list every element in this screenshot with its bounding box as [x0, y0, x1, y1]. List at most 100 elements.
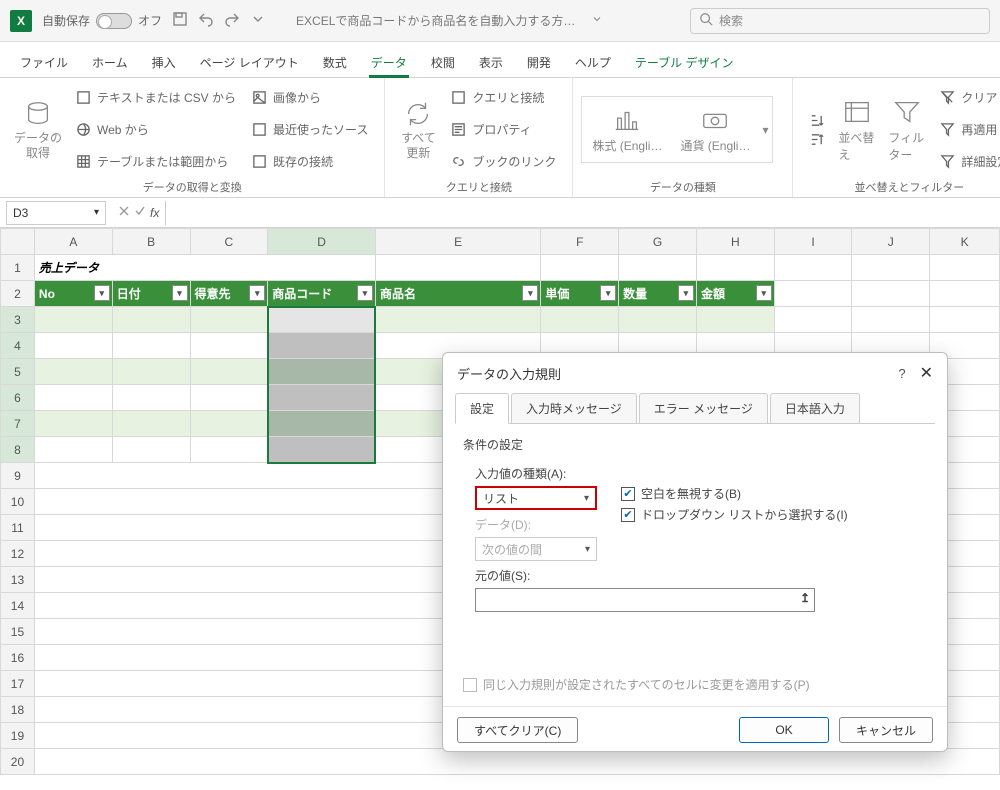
ribbon-group-get-transform: データの 取得 テキストまたは CSV から Web から テーブルまたは範囲か…: [0, 78, 385, 197]
stocks-datatype-button[interactable]: 株式 (Engli…: [586, 101, 668, 158]
filter-dropdown-icon[interactable]: ▾: [357, 285, 373, 301]
clear-filter-button[interactable]: クリア: [936, 87, 1000, 108]
filter-dropdown-icon[interactable]: ▾: [600, 285, 616, 301]
help-icon[interactable]: ?: [898, 366, 905, 381]
refresh-all-button[interactable]: すべて 更新: [393, 82, 443, 177]
sort-desc-button[interactable]: [805, 130, 828, 149]
tab-view[interactable]: 表示: [469, 48, 513, 77]
advanced-filter-button[interactable]: 詳細設定: [936, 151, 1000, 172]
currency-datatype-button[interactable]: 通貨 (Engli…: [674, 101, 756, 158]
table-header-amount: 金額▾: [696, 281, 774, 307]
tab-tabledesign[interactable]: テーブル デザイン: [625, 48, 744, 77]
confirm-icon[interactable]: [134, 205, 146, 220]
close-icon[interactable]: ✕: [920, 363, 933, 383]
apply-all-checkbox[interactable]: 同じ入力規則が設定されたすべてのセルに変更を適用する(P): [463, 676, 927, 693]
filter-dropdown-icon[interactable]: ▾: [172, 285, 188, 301]
search-placeholder: 検索: [719, 12, 743, 29]
tab-formulas[interactable]: 数式: [313, 48, 357, 77]
clear-all-button[interactable]: すべてクリア(C): [457, 717, 578, 743]
recent-sources-button[interactable]: 最近使ったソース: [248, 119, 372, 140]
tab-help[interactable]: ヘルプ: [565, 48, 621, 77]
source-input[interactable]: ↥: [475, 588, 815, 612]
ok-button[interactable]: OK: [739, 717, 829, 743]
from-table-button[interactable]: テーブルまたは範囲から: [72, 151, 240, 172]
from-text-csv-button[interactable]: テキストまたは CSV から: [72, 87, 240, 108]
tab-insert[interactable]: 挿入: [142, 48, 186, 77]
ignore-blank-checkbox[interactable]: 空白を無視する(B): [621, 485, 848, 502]
dialog-tab-settings[interactable]: 設定: [455, 393, 509, 424]
ribbon-group-label: 並べ替えとフィルター: [801, 177, 1000, 195]
table-row[interactable]: 3: [1, 307, 1000, 333]
filter-dropdown-icon[interactable]: ▾: [678, 285, 694, 301]
existing-connections-button[interactable]: 既存の接続: [248, 151, 372, 172]
filter-dropdown-icon[interactable]: ▾: [756, 285, 772, 301]
ribbon-group-sort-filter: 並べ替え フィルター クリア 再適用 詳細設定 並べ替えとフィルター: [793, 78, 1000, 197]
filter-button[interactable]: フィルター: [882, 82, 932, 177]
tab-home[interactable]: ホーム: [82, 48, 138, 77]
properties-button[interactable]: プロパティ: [447, 119, 560, 140]
autosave-toggle[interactable]: 自動保存 オフ: [42, 12, 162, 29]
allow-select[interactable]: リスト ▾: [475, 486, 597, 510]
from-web-button[interactable]: Web から: [72, 119, 240, 140]
data-select: 次の値の間 ▾: [475, 537, 597, 561]
chevron-down-icon[interactable]: [591, 13, 603, 28]
cancel-button[interactable]: キャンセル: [839, 717, 933, 743]
row-2[interactable]: 2 No▾ 日付▾ 得意先▾ 商品コード▾ 商品名▾ 単価▾ 数量▾ 金額▾: [1, 281, 1000, 307]
data-validation-dialog: データの入力規則 ? ✕ 設定 入力時メッセージ エラー メッセージ 日本語入力…: [442, 352, 948, 752]
search-icon: [699, 12, 713, 29]
tab-developer[interactable]: 開発: [517, 48, 561, 77]
name-box[interactable]: D3 ▾: [6, 201, 106, 225]
checkbox-checked-icon[interactable]: [621, 487, 635, 501]
tab-data[interactable]: データ: [361, 48, 417, 77]
formula-input[interactable]: [165, 201, 1000, 225]
in-cell-dropdown-checkbox[interactable]: ドロップダウン リストから選択する(I): [621, 506, 848, 523]
table-header-name: 商品名▾: [375, 281, 540, 307]
from-picture-button[interactable]: 画像から: [248, 87, 372, 108]
quick-access-toolbar: [172, 11, 266, 30]
range-picker-icon[interactable]: ↥: [800, 591, 810, 605]
source-label: 元の値(S):: [475, 567, 927, 584]
tab-review[interactable]: 校閲: [421, 48, 465, 77]
dialog-tab-ime[interactable]: 日本語入力: [770, 393, 860, 424]
chevron-down-icon[interactable]: ▾: [94, 207, 99, 218]
dialog-tab-errormsg[interactable]: エラー メッセージ: [639, 393, 768, 424]
title-cell[interactable]: 売上データ: [34, 255, 375, 281]
table-header-date: 日付▾: [112, 281, 190, 307]
reapply-filter-button[interactable]: 再適用: [936, 119, 1000, 140]
ribbon-tabs: ファイル ホーム 挿入 ページ レイアウト 数式 データ 校閲 表示 開発 ヘル…: [0, 42, 1000, 78]
filter-dropdown-icon[interactable]: ▾: [522, 285, 538, 301]
search-input[interactable]: 検索: [690, 8, 990, 34]
redo-icon[interactable]: [224, 11, 240, 30]
save-icon[interactable]: [172, 11, 188, 30]
sort-asc-button[interactable]: [805, 111, 828, 130]
dialog-tab-inputmsg[interactable]: 入力時メッセージ: [511, 393, 637, 424]
tab-file[interactable]: ファイル: [10, 48, 78, 77]
row-1[interactable]: 1 売上データ: [1, 255, 1000, 281]
dialog-tabs: 設定 入力時メッセージ エラー メッセージ 日本語入力: [443, 393, 947, 424]
sort-button[interactable]: 並べ替え: [832, 82, 882, 177]
autosave-state: オフ: [138, 12, 162, 29]
autosave-label: 自動保存: [42, 12, 90, 29]
fx-icon[interactable]: fx: [150, 206, 159, 220]
workbook-links-button[interactable]: ブックのリンク: [447, 151, 560, 172]
chevron-down-icon[interactable]: [250, 11, 266, 30]
queries-connections-button[interactable]: クエリと接続: [447, 87, 560, 108]
document-title: EXCELで商品コードから商品名を自動入力する方…: [296, 12, 575, 29]
get-data-button[interactable]: データの 取得: [8, 82, 68, 177]
filter-dropdown-icon[interactable]: ▾: [249, 285, 265, 301]
tab-pagelayout[interactable]: ページ レイアウト: [190, 48, 309, 77]
checkbox-checked-icon[interactable]: [621, 508, 635, 522]
ribbon-group-label: クエリと接続: [393, 177, 564, 195]
ribbon-group-label: データの取得と変換: [8, 177, 376, 195]
undo-icon[interactable]: [198, 11, 214, 30]
switch-off-icon[interactable]: [96, 13, 132, 29]
ribbon-group-label: データの種類: [581, 177, 784, 195]
data-label: データ(D):: [475, 516, 597, 533]
cancel-icon[interactable]: [118, 205, 130, 220]
formula-bar: D3 ▾ fx: [0, 198, 1000, 228]
chevron-down-icon[interactable]: ▾: [584, 493, 589, 504]
filter-dropdown-icon[interactable]: ▾: [94, 285, 110, 301]
checkbox-unchecked-icon[interactable]: [463, 678, 477, 692]
chevron-down-icon[interactable]: ▾: [762, 123, 768, 137]
column-headers[interactable]: ABC D EFG HIJK: [1, 229, 1000, 255]
